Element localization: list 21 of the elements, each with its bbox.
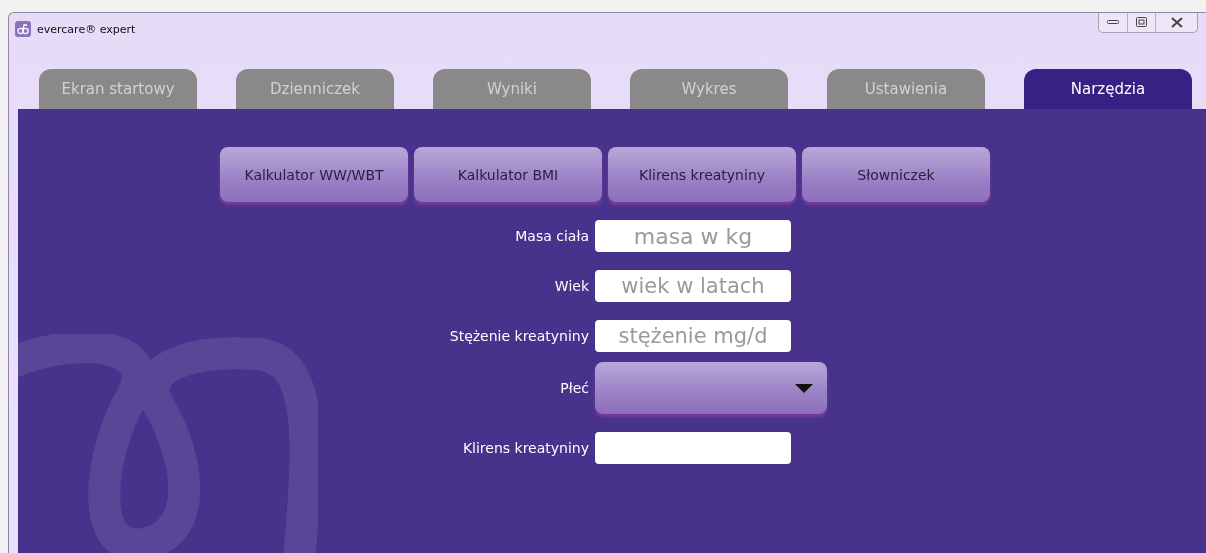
field-label: Masa ciała [515,228,589,244]
tab[interactable]: Narzędzia [1024,69,1192,109]
input-field[interactable]: wiek w latach [595,270,791,302]
tool-button[interactable]: Kalkulator BMI [414,147,602,202]
close-icon [1170,16,1183,28]
input-field[interactable]: masa w kg [595,220,791,252]
input-field[interactable]: stężenie mg/d [595,320,791,352]
loop-logo-icon [18,334,318,553]
minimize-icon [1107,19,1119,25]
caret-icon [795,383,813,393]
field-label: Płeć [560,380,589,396]
field-label: Wiek [554,278,589,294]
field-label: Stężenie kreatyniny [449,328,589,344]
app-icon [15,21,31,37]
maximize-icon [1136,17,1147,27]
tool-button[interactable]: Słowniczek [802,147,990,202]
field-label: Klirens kreatyniny [462,440,589,456]
input-field[interactable] [595,432,791,464]
tool-button[interactable]: Kalkulator WW/WBT [220,147,408,202]
tool-button[interactable]: Klirens kreatyniny [608,147,796,202]
window-title: evercare® expert [37,22,136,36]
